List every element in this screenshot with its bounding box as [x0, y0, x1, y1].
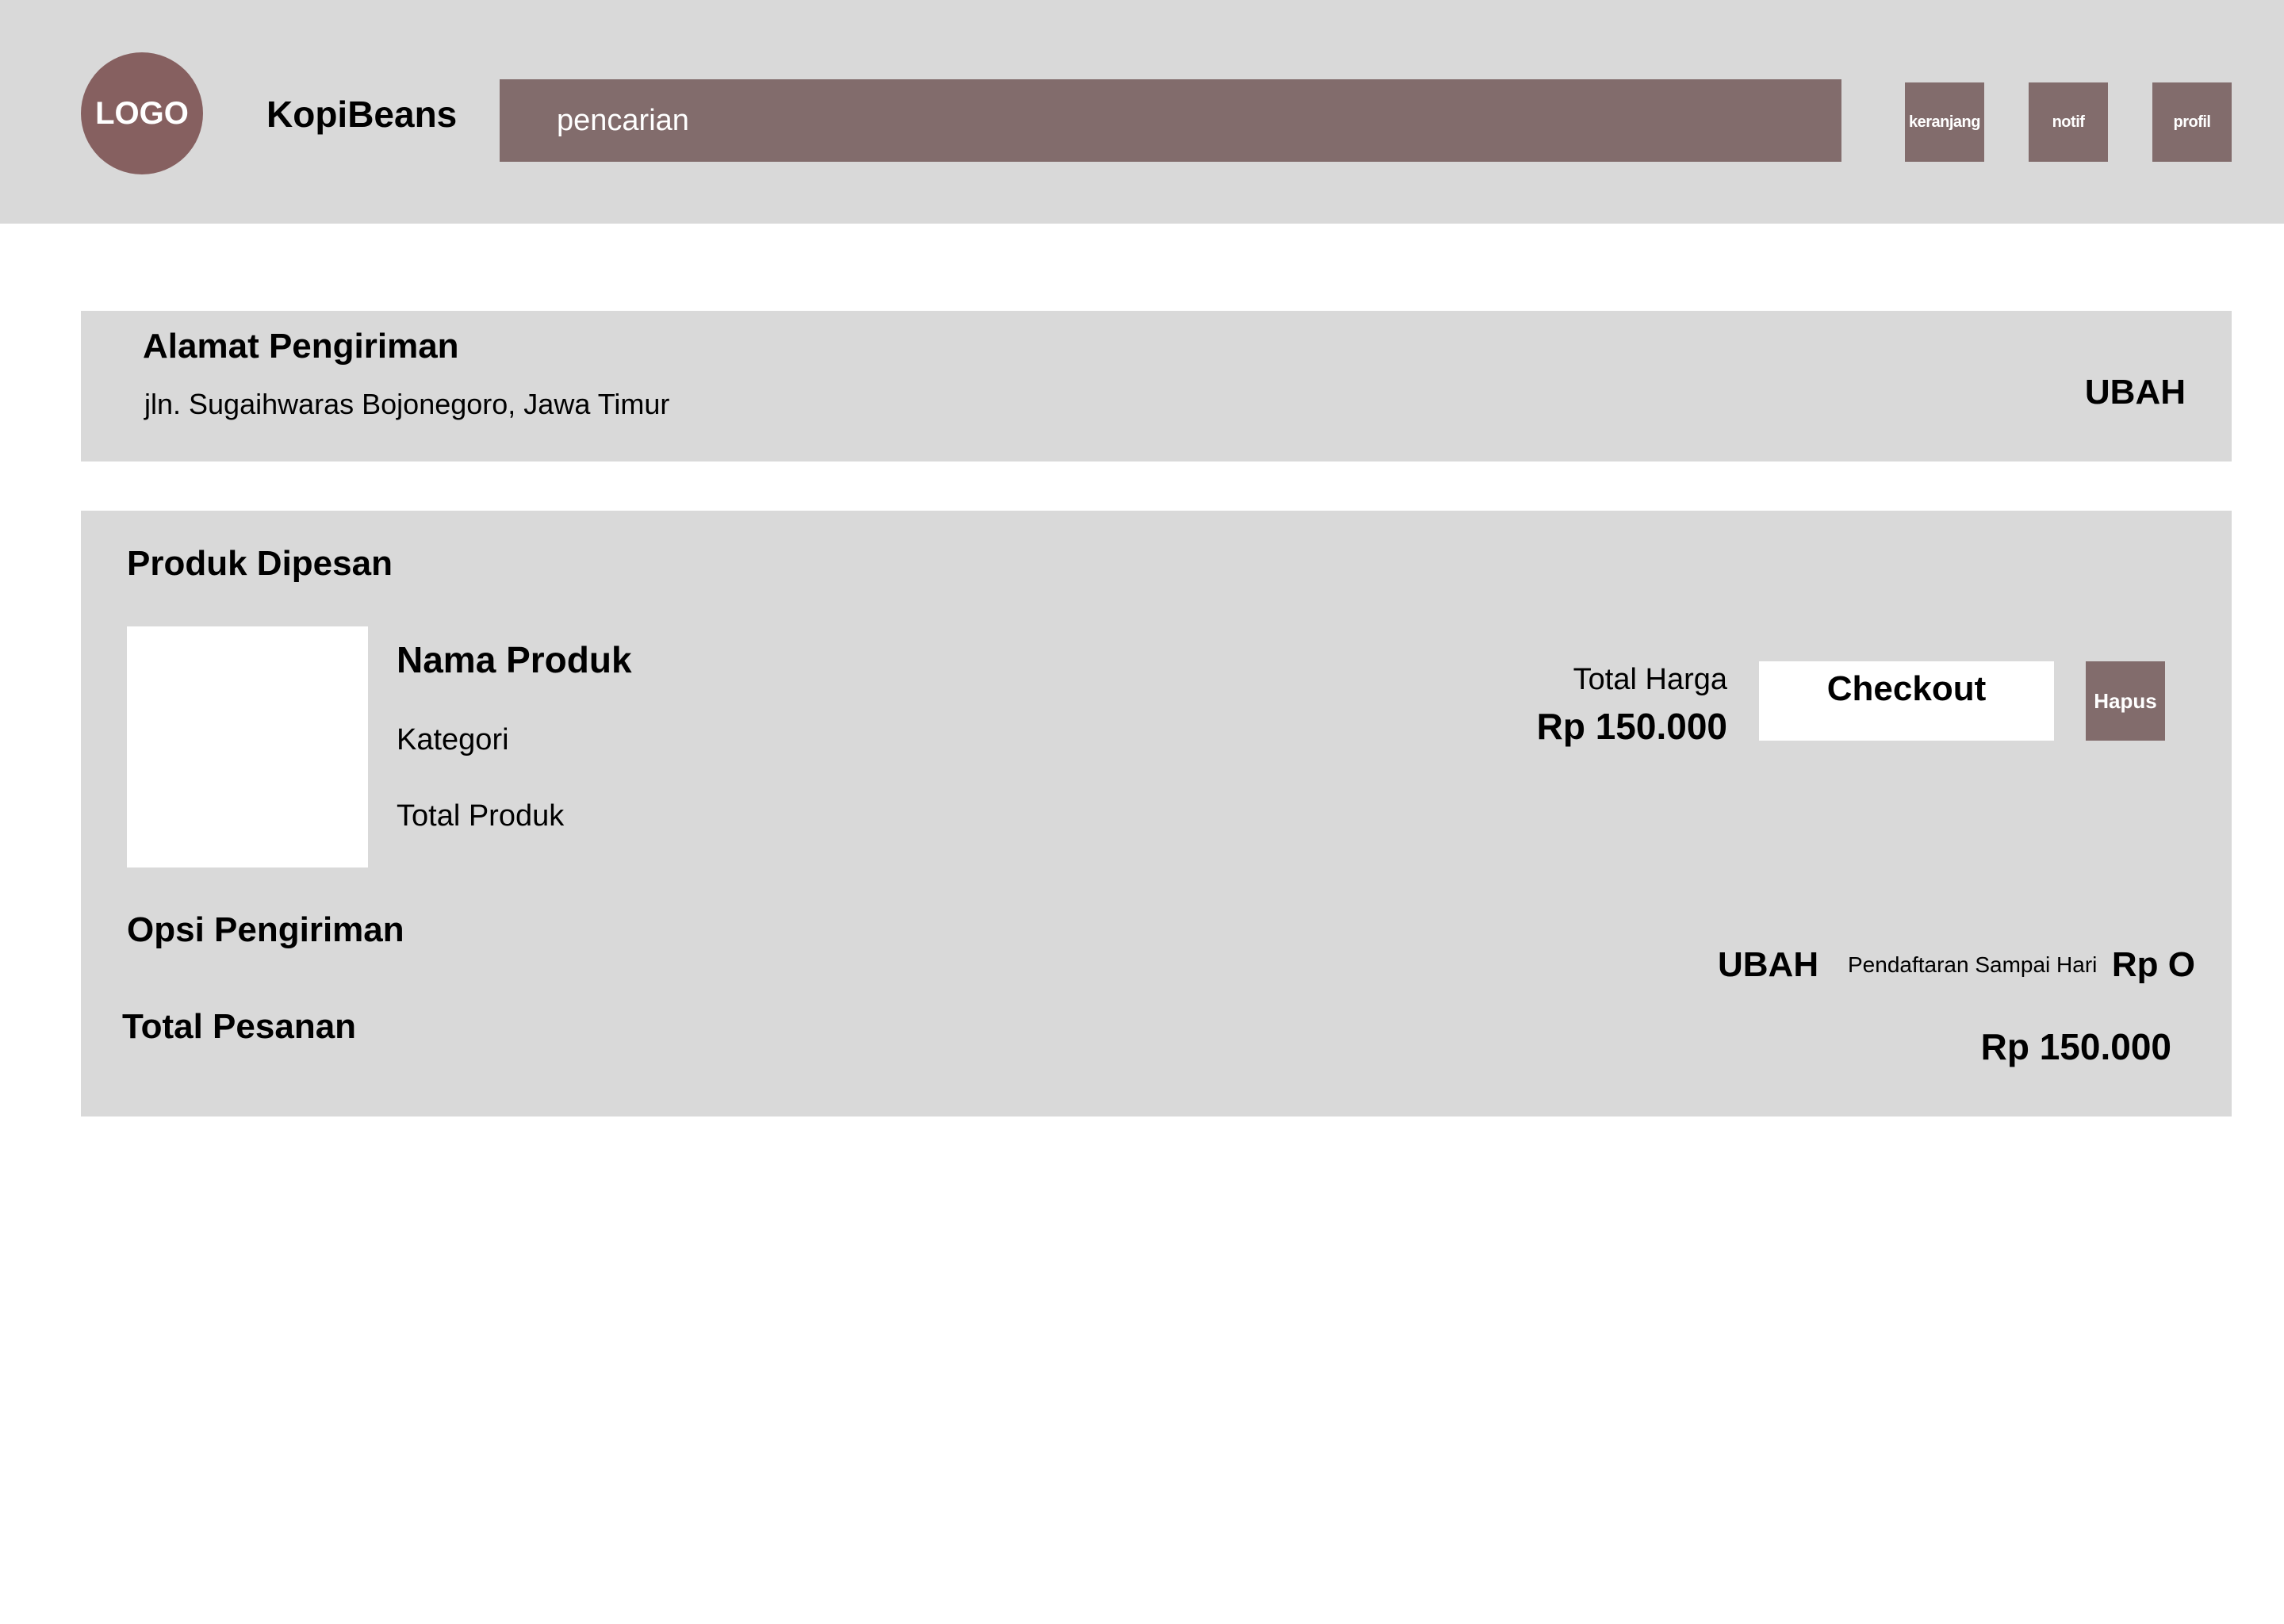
shipping-options-title: Opsi Pengiriman	[127, 910, 404, 949]
notification-icon-button[interactable]: notif	[2029, 82, 2108, 162]
change-shipping-button[interactable]: UBAH	[1718, 944, 1818, 986]
shipping-address-panel: Alamat Pengiriman jln. Sugaihwaras Bojon…	[81, 311, 2232, 462]
profile-label: profil	[2173, 113, 2212, 131]
shipping-cost: Rp O	[2111, 945, 2195, 984]
order-total-label: Total Pesanan	[122, 1007, 357, 1046]
profile-icon-button[interactable]: profil	[2152, 82, 2232, 162]
notif-label: notif	[2052, 113, 2085, 131]
product-image	[127, 626, 368, 868]
product-category: Kategori	[397, 723, 509, 756]
order-panel: Produk Dipesan Nama Produk Kategori Tota…	[81, 511, 2232, 1116]
ordered-products-title: Produk Dipesan	[127, 544, 393, 583]
shipping-option-text: Pendaftaran Sampai Hari	[1848, 952, 2098, 977]
product-quantity: Total Produk	[397, 799, 565, 833]
product-name: Nama Produk	[397, 639, 632, 680]
order-total-value: Rp 150.000	[1980, 1026, 2171, 1067]
cart-icon-button[interactable]: keranjang	[1905, 82, 1984, 162]
address-value: jln. Sugaihwaras Bojonegoro, Jawa Timur	[144, 388, 670, 420]
change-address-button[interactable]: UBAH	[2085, 371, 2186, 414]
logo[interactable]: LOGO	[81, 52, 203, 174]
search-input[interactable]	[500, 79, 1841, 162]
delete-button[interactable]: Hapus	[2086, 661, 2165, 741]
total-price-value: Rp 150.000	[1536, 706, 1727, 747]
address-title: Alamat Pengiriman	[143, 327, 459, 366]
checkout-button[interactable]: Checkout	[1759, 661, 2054, 741]
total-price-label: Total Harga	[1573, 663, 1727, 696]
cart-label: keranjang	[1909, 113, 1980, 131]
brand-name: KopiBeans	[266, 94, 458, 135]
top-header: LOGO KopiBeans keranjang notif profil	[0, 0, 2284, 224]
